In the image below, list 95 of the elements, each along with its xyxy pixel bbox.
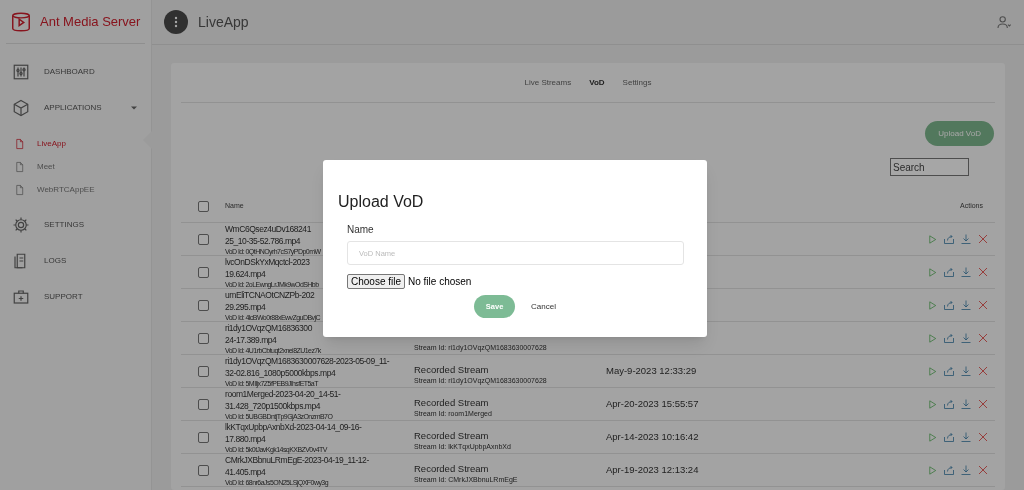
sidebar-item[interactable]: LOGS — [0, 243, 151, 279]
date-cell-text: May-9-2023 12:33:29 — [606, 363, 697, 378]
play-icon — [927, 464, 938, 476]
file-icon — [14, 160, 25, 173]
file-status: No file chosen — [408, 275, 472, 289]
medical-kit-icon — [12, 288, 30, 306]
app-item[interactable]: Meet — [0, 155, 151, 178]
share-icon — [943, 332, 955, 344]
play-icon — [927, 365, 938, 377]
play-icon — [927, 299, 938, 311]
logo-icon — [10, 10, 32, 33]
file-name: 25_10-35-52.786.mp4 — [225, 234, 301, 247]
brand-name: Ant Media Server — [40, 12, 141, 31]
file-name: lvcOnDSkYxMqctcl-2023 — [225, 256, 310, 268]
file-name: ri1dy1OVqzQM1683630007628-2023-05-09_11- — [225, 355, 390, 367]
download-icon — [960, 233, 972, 245]
file-name: ri1dy1OVqzQM16836300 — [225, 322, 312, 334]
delete-icon — [977, 365, 989, 377]
file-name: lkKTqxUpbpAxnbXd-2023-04-14_09-16- — [225, 421, 362, 433]
file-name: 24-17.389.mp4 — [225, 333, 277, 346]
file-name: 17.880.mp4 — [225, 432, 266, 445]
checkbox[interactable] — [197, 332, 209, 344]
share-icon — [943, 365, 955, 377]
field-label: Name — [347, 223, 374, 237]
share-icon — [943, 398, 955, 410]
tab[interactable]: Live Streams — [524, 76, 572, 89]
download-icon — [960, 332, 972, 344]
stream-type: Recorded Stream — [414, 429, 489, 442]
delete-icon — [977, 233, 989, 245]
more-options-icon — [164, 10, 188, 34]
checkbox[interactable] — [197, 266, 209, 278]
checkbox[interactable] — [197, 464, 209, 476]
file-name: 32-02.816_1080p5000kbps.mp4 — [225, 366, 336, 379]
page-title: LiveApp — [198, 12, 250, 32]
checkbox[interactable] — [197, 398, 209, 410]
download-icon — [960, 398, 972, 410]
file-name: 29.295.mp4 — [225, 300, 266, 313]
app-item[interactable]: WebRTCAppEE — [0, 178, 151, 201]
delete-icon — [977, 332, 989, 344]
dialog-title: Upload VoD — [338, 192, 424, 212]
share-icon — [943, 464, 955, 476]
sliders-icon — [12, 63, 30, 81]
file-name: room1Merged-2023-04-20_14-51- — [225, 388, 341, 400]
play-icon — [927, 398, 938, 410]
app-item[interactable]: LiveApp — [0, 132, 151, 155]
delete-icon — [977, 266, 989, 278]
cancel-button[interactable]: Cancel — [531, 300, 556, 313]
stream-type: Recorded Stream — [414, 462, 489, 475]
sidebar-item[interactable]: SUPPORT — [0, 279, 151, 315]
play-icon — [927, 266, 938, 278]
play-icon — [927, 332, 938, 344]
user-icon — [996, 14, 1012, 30]
settings-icon — [12, 216, 30, 234]
download-icon — [960, 431, 972, 443]
share-icon — [943, 431, 955, 443]
share-icon — [943, 233, 955, 245]
delete-icon — [977, 464, 989, 476]
tab[interactable]: VoD — [589, 76, 605, 89]
box-icon — [12, 99, 30, 117]
download-icon — [960, 464, 972, 476]
share-icon — [943, 266, 955, 278]
date-cell-text: Apr-20-2023 15:55:57 — [606, 396, 699, 411]
share-icon — [943, 299, 955, 311]
search-field[interactable]: Search — [890, 158, 969, 176]
choose-file-button[interactable]: Choose file — [347, 274, 406, 289]
sidebar-item[interactable]: APPLICATIONS — [0, 90, 151, 126]
stream-type: Recorded Stream — [414, 396, 489, 409]
checkbox[interactable] — [197, 200, 209, 212]
sidebar-item[interactable]: DASHBOARD — [0, 54, 151, 90]
delete-icon — [977, 398, 989, 410]
delete-icon — [977, 431, 989, 443]
file-icon — [14, 183, 25, 196]
download-icon — [960, 266, 972, 278]
checkbox[interactable] — [197, 431, 209, 443]
stream-type: Recorded Stream — [414, 363, 489, 376]
date-cell-text: Apr-14-2023 10:16:42 — [606, 429, 699, 444]
file-name: WmC6Qsez4uDv168241 — [225, 222, 311, 235]
sidebar-item[interactable]: SETTINGS — [0, 207, 151, 243]
date-cell-text: Apr-19-2023 12:13:24 — [606, 462, 699, 477]
download-icon — [960, 299, 972, 311]
delete-icon — [977, 299, 989, 311]
file-name: 31.428_720p1500kbps.mp4 — [225, 399, 321, 412]
file-name: 19.624.mp4 — [225, 267, 266, 280]
file-name: CMrkJXBbnuLRmEgE-2023-04-19_11-12- — [225, 454, 369, 466]
file-icon — [14, 137, 25, 150]
tab[interactable]: Settings — [622, 76, 652, 89]
play-icon — [927, 431, 938, 443]
caret-icon[interactable] — [131, 106, 137, 110]
file-name: umEliTCNAOtCNZPb-202 — [225, 289, 315, 301]
file-name: 41.405.mp4 — [225, 465, 266, 478]
download-icon — [960, 365, 972, 377]
play-icon — [927, 233, 938, 245]
checkbox[interactable] — [197, 299, 209, 311]
checkbox[interactable] — [197, 365, 209, 377]
checkbox[interactable] — [197, 233, 209, 245]
